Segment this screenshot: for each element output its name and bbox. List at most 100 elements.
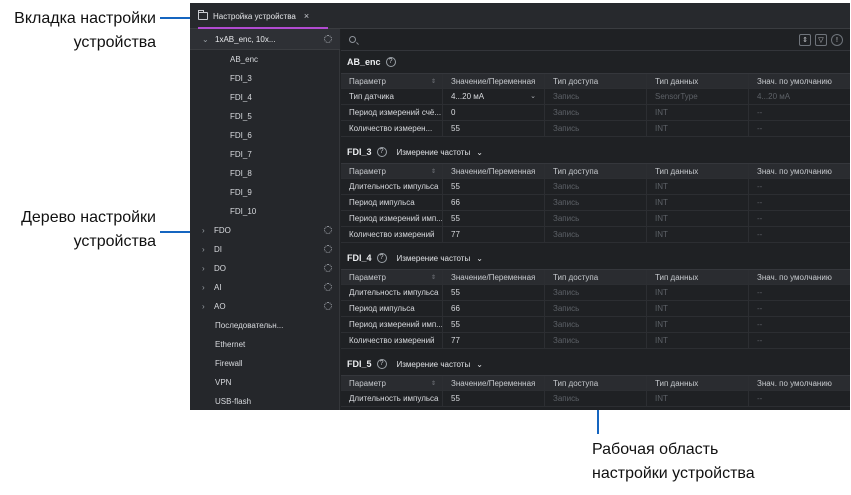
tree-item-group[interactable]: › FDO	[190, 221, 340, 240]
table-row[interactable]: Длительность импульса 55 Запись INT --	[341, 179, 850, 195]
table-row[interactable]: Количество измерений 77 Запись INT --	[341, 333, 850, 349]
chevron-right-icon[interactable]: ›	[202, 226, 214, 235]
table-row[interactable]: Тип датчика 4...20 мА ⌄ Запись SensorType 4..…	[341, 89, 850, 105]
chevron-right-icon[interactable]: ›	[202, 302, 214, 311]
column-header[interactable]: Тип доступа	[545, 270, 647, 286]
value-cell[interactable]: 77	[443, 227, 545, 243]
tree-item-group[interactable]: › AO	[190, 297, 340, 316]
column-header[interactable]: Тип доступа	[545, 164, 647, 180]
filter-icon[interactable]: ▽	[815, 34, 827, 46]
table-row[interactable]: Количество измерений 77 Запись INT --	[341, 227, 850, 243]
sort-icon[interactable]: ⇕	[431, 164, 436, 180]
value-cell[interactable]: 55	[443, 121, 545, 137]
tree-item-child[interactable]: FDI_3	[190, 69, 340, 88]
tree-item-leaf[interactable]: Ethernet	[190, 335, 340, 354]
gear-icon[interactable]	[324, 226, 332, 234]
value-cell[interactable]: 55	[443, 391, 545, 407]
tree-item-group[interactable]: › DO	[190, 259, 340, 278]
help-icon[interactable]: ?	[385, 57, 396, 67]
help-icon[interactable]: ?	[376, 359, 387, 369]
gear-icon[interactable]	[324, 35, 332, 43]
column-header[interactable]: Значение/Переменная	[443, 164, 545, 180]
value-cell[interactable]: 77	[443, 333, 545, 349]
gear-icon[interactable]	[324, 302, 332, 310]
value-cell[interactable]: 66	[443, 301, 545, 317]
column-header[interactable]: Значение/Переменная	[443, 376, 545, 392]
chevron-down-icon[interactable]: ⌄	[476, 148, 483, 157]
tree-item-child[interactable]: FDI_8	[190, 164, 340, 183]
tree-item-child[interactable]: FDI_4	[190, 88, 340, 107]
table-row[interactable]: Количество измерен... 55 Запись INT --	[341, 121, 850, 137]
gear-icon[interactable]	[324, 245, 332, 253]
column-header[interactable]: Тип данных	[647, 164, 749, 180]
column-header[interactable]: Параметр ⇕	[341, 74, 443, 90]
sort-icon[interactable]: ⇕	[431, 270, 436, 286]
column-header[interactable]: Тип данных	[647, 270, 749, 286]
value-cell[interactable]: 55	[443, 317, 545, 333]
column-header[interactable]: Тип доступа	[545, 376, 647, 392]
sort-icon[interactable]: ⇕	[431, 376, 436, 392]
tree-item-child[interactable]: AB_enc	[190, 50, 340, 69]
table-row[interactable]: Период измерений имп... 55 Запись INT --	[341, 317, 850, 333]
column-header[interactable]: Знач. по умолчанию	[749, 164, 850, 180]
chevron-down-icon[interactable]: ⌄	[476, 360, 483, 369]
tree-item-group[interactable]: › DI	[190, 240, 340, 259]
tree-item-leaf[interactable]: Firewall	[190, 354, 340, 373]
close-icon[interactable]: ×	[304, 11, 309, 21]
column-header[interactable]: Знач. по умолчанию	[749, 270, 850, 286]
column-header[interactable]: Знач. по умолчанию	[749, 74, 850, 90]
value-cell[interactable]: 55	[443, 285, 545, 301]
help-icon[interactable]: ?	[376, 147, 387, 157]
tree-item-child[interactable]: FDI_5	[190, 107, 340, 126]
tree-root-item[interactable]: ⌄ 1xAB_enc, 10x...	[190, 29, 340, 50]
tree-item-child[interactable]: FDI_6	[190, 126, 340, 145]
column-header[interactable]: Значение/Переменная	[443, 270, 545, 286]
section-mode-select[interactable]: Измерение частоты ⌄	[397, 254, 483, 263]
column-header[interactable]: Тип данных	[647, 376, 749, 392]
chevron-down-icon[interactable]: ⌄	[530, 89, 536, 105]
value-cell[interactable]: 55	[443, 179, 545, 195]
column-header[interactable]: Параметр ⇕	[341, 164, 443, 180]
value-cell[interactable]: 0	[443, 105, 545, 121]
search-bar[interactable]: ⇕ ▽ !	[341, 29, 850, 51]
table-row[interactable]: Длительность импульса 55 Запись INT --	[341, 285, 850, 301]
table-row[interactable]: Период импульса 66 Запись INT --	[341, 301, 850, 317]
column-header[interactable]: Знач. по умолчанию	[749, 376, 850, 392]
info-icon[interactable]: !	[831, 34, 843, 46]
chevron-down-icon[interactable]: ⌄	[476, 254, 483, 263]
search-icon[interactable]	[349, 36, 356, 43]
value-cell[interactable]: 55	[443, 211, 545, 227]
column-header[interactable]: Тип данных	[647, 74, 749, 90]
chevron-right-icon[interactable]: ›	[202, 245, 214, 254]
section-mode-select[interactable]: Измерение частоты ⌄	[397, 360, 483, 369]
table-row[interactable]: Длительность импульса 55 Запись INT --	[341, 391, 850, 407]
tree-item-leaf[interactable]: USB-flash	[190, 392, 340, 410]
tree-item-child[interactable]: FDI_10	[190, 202, 340, 221]
tree-item-child[interactable]: FDI_9	[190, 183, 340, 202]
tree-item-leaf[interactable]: VPN	[190, 373, 340, 392]
column-header[interactable]: Параметр ⇕	[341, 270, 443, 286]
gear-icon[interactable]	[324, 283, 332, 291]
table-header: Параметр ⇕ Значение/Переменная Тип доступа Т…	[341, 73, 850, 90]
sort-icon[interactable]: ⇕	[431, 74, 436, 90]
chevron-right-icon[interactable]: ›	[202, 283, 214, 292]
tree-item-leaf[interactable]: Последовательн...	[190, 316, 340, 335]
sort-icon[interactable]: ⇕	[799, 34, 811, 46]
chevron-down-icon[interactable]: ⌄	[202, 35, 214, 44]
help-icon[interactable]: ?	[376, 253, 387, 263]
value-cell[interactable]: 4...20 мА ⌄	[443, 89, 545, 105]
gear-icon[interactable]	[324, 264, 332, 272]
table-row[interactable]: Период измерений счё... 0 Запись INT --	[341, 105, 850, 121]
tree-item-group[interactable]: › AI	[190, 278, 340, 297]
value-cell[interactable]: 66	[443, 195, 545, 211]
tab-device-settings[interactable]: Настройка устройства ×	[198, 5, 328, 29]
table-row[interactable]: Период импульса 66 Запись INT --	[341, 195, 850, 211]
tree-item-child[interactable]: FDI_7	[190, 145, 340, 164]
section-mode-select[interactable]: Измерение частоты ⌄	[397, 148, 483, 157]
column-header[interactable]: Параметр ⇕	[341, 376, 443, 392]
column-header[interactable]: Тип доступа	[545, 74, 647, 90]
cell-text: INT	[655, 182, 668, 191]
chevron-right-icon[interactable]: ›	[202, 264, 214, 273]
table-row[interactable]: Период измерений имп... 55 Запись INT --	[341, 211, 850, 227]
column-header[interactable]: Значение/Переменная	[443, 74, 545, 90]
